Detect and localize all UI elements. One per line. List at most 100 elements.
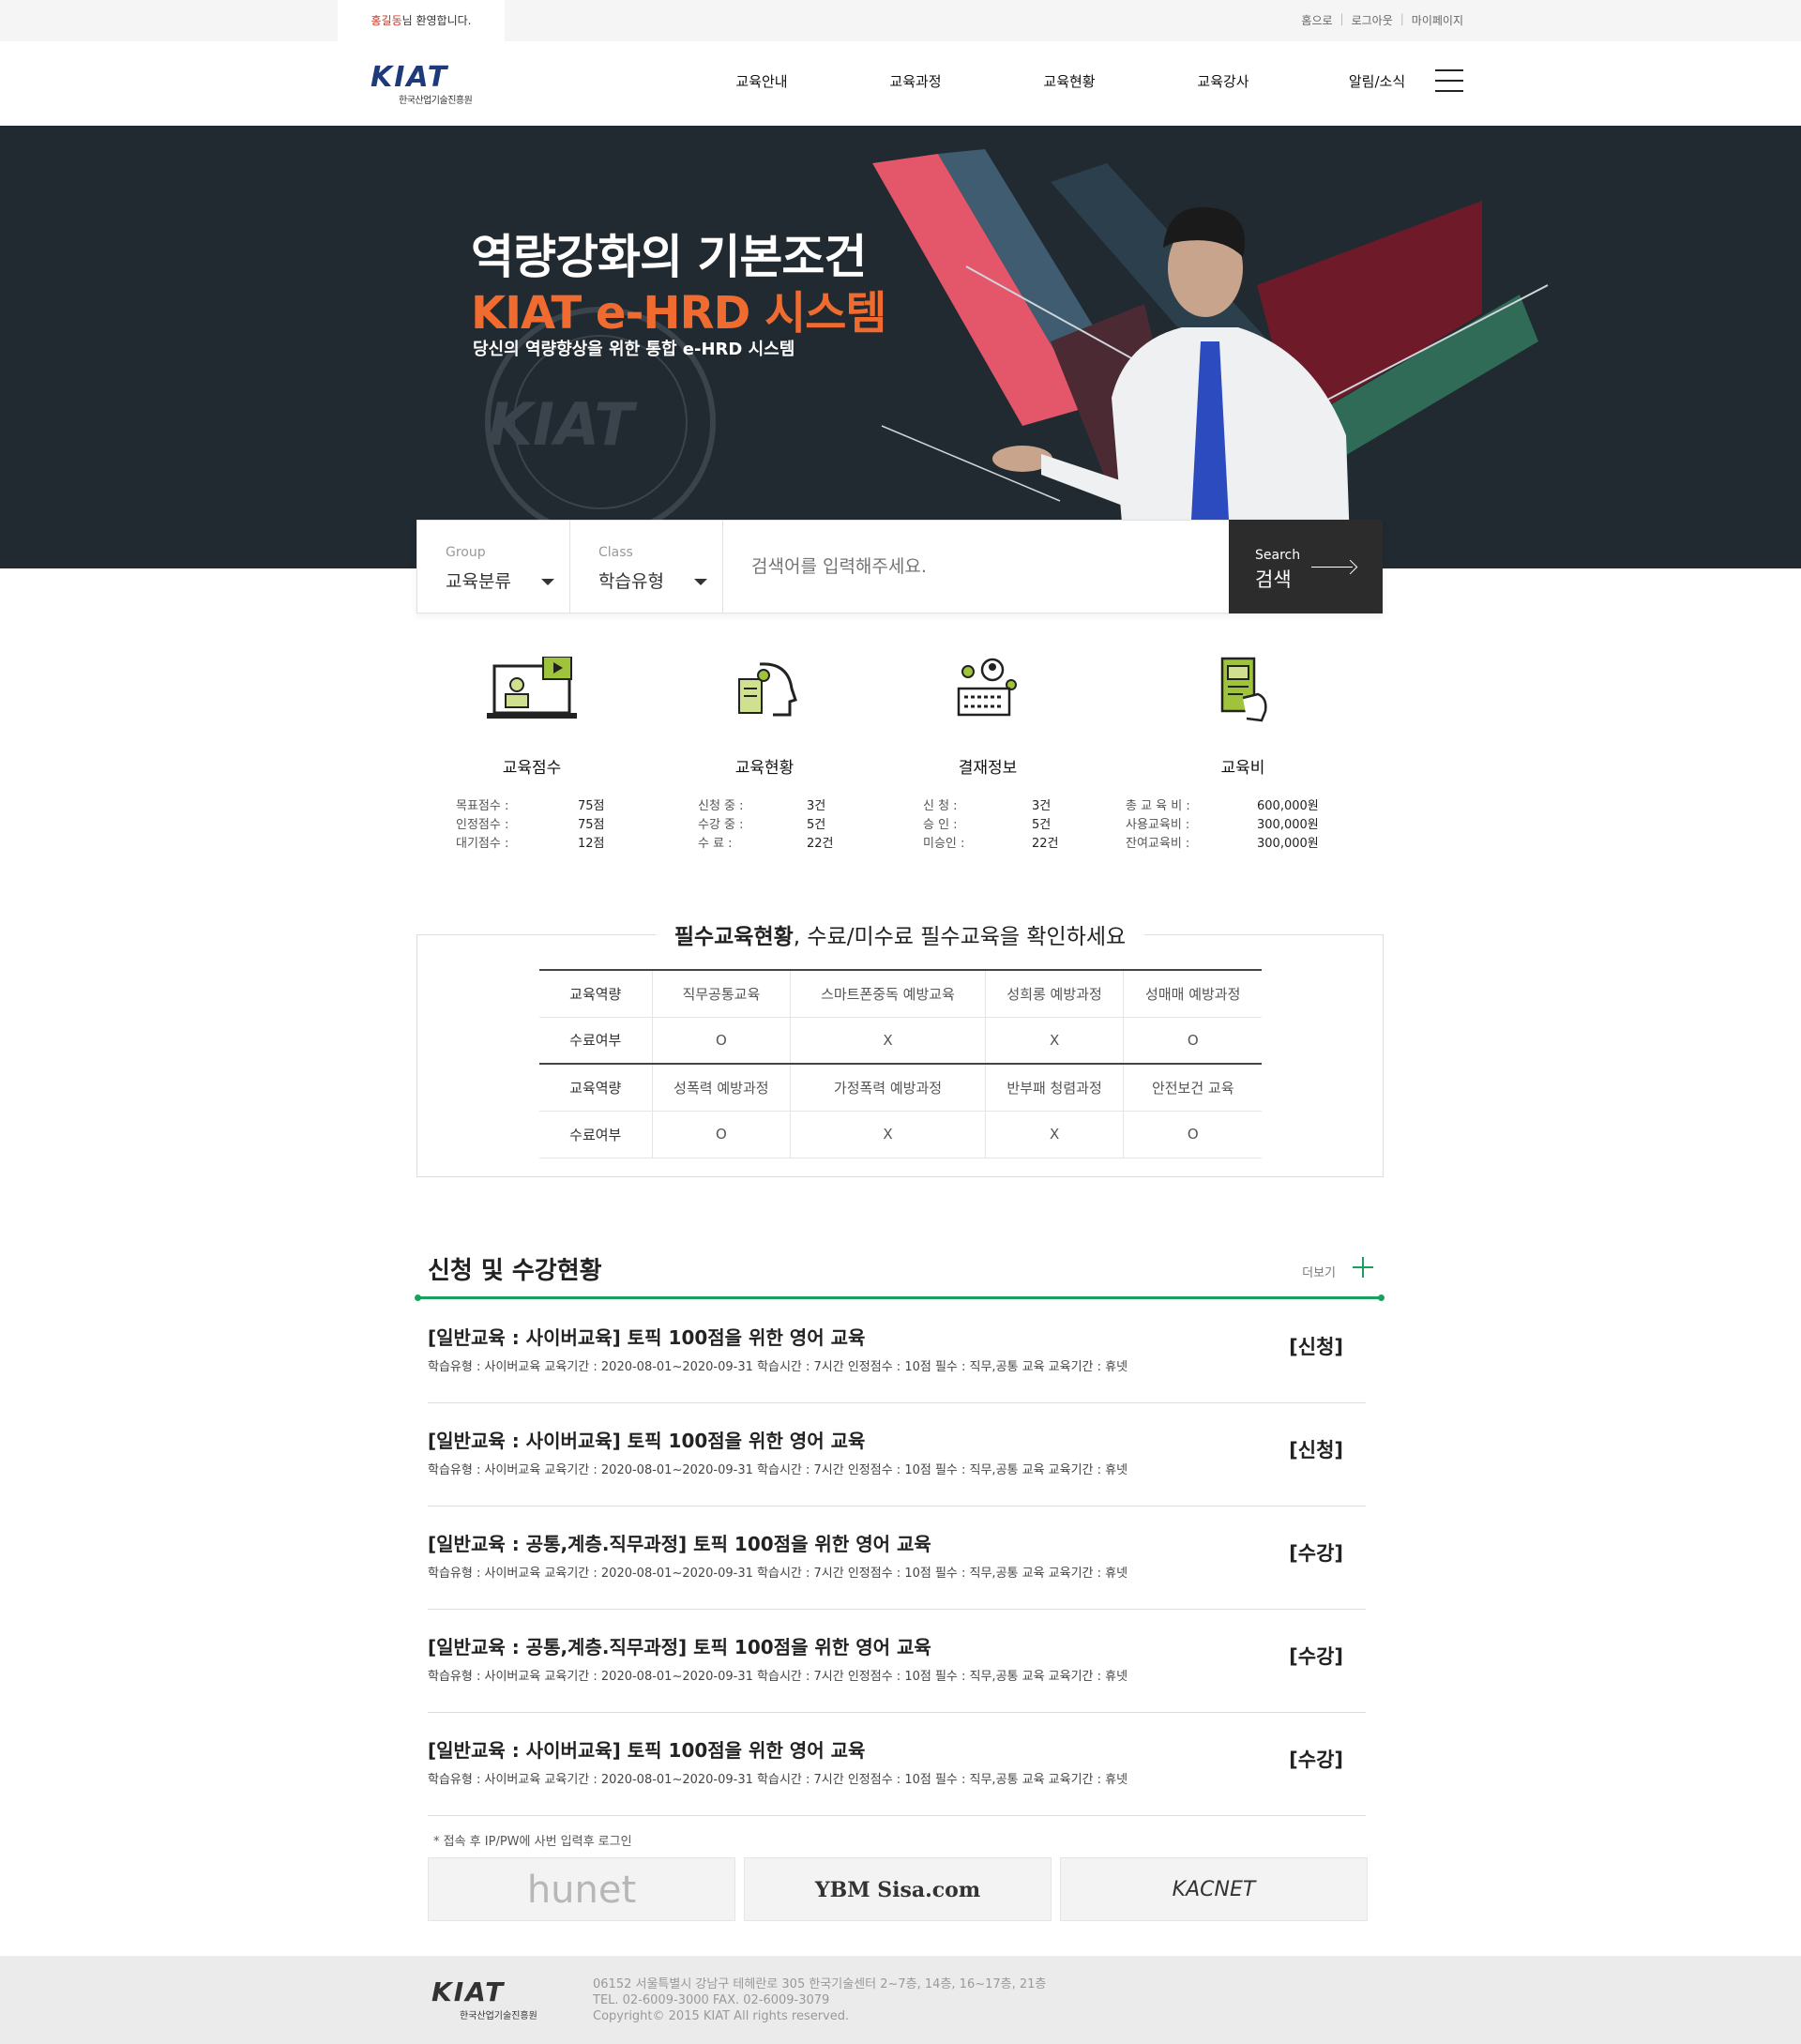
stat-value: 75점 xyxy=(578,818,605,832)
search-button[interactable]: Search 검색 xyxy=(1229,520,1383,613)
required-education-panel: 필수교육현황, 수료/미수료 필수교육을 확인하세요 교육역량 직무공통교육 스… xyxy=(416,918,1384,1177)
partner-hunet[interactable]: hunet xyxy=(428,1857,735,1921)
stat-key: 잔여교육비 : xyxy=(1126,837,1190,851)
home-link[interactable]: 홈으로 xyxy=(1301,12,1332,28)
stat-title: 결재정보 xyxy=(958,759,1018,778)
logo-subtitle: 한국산업기술진흥원 xyxy=(399,96,473,106)
list-item[interactable]: [일반교육 : 공통,계층.직무과정] 토픽 100점을 위한 영어 교육 학습… xyxy=(428,1610,1366,1713)
nav-item-courses[interactable]: 교육과정 xyxy=(839,71,992,91)
stat-key: 대기점수 : xyxy=(456,837,509,851)
partner-label: YBM Sisa.com xyxy=(814,1878,981,1902)
nav-item-instructors[interactable]: 교육강사 xyxy=(1146,71,1300,91)
course-meta: 학습유형 : 사이버교육 교육기간 : 2020-08-01~2020-09-3… xyxy=(428,1567,1128,1581)
course-status: [신청] xyxy=(1289,1439,1343,1461)
section-title: 신청 및 수강현황 xyxy=(428,1257,602,1285)
user-name: 홍길동 xyxy=(371,14,402,27)
stat-value: 5건 xyxy=(1032,818,1052,832)
course-title[interactable]: [일반교육 : 공통,계층.직무과정] 토픽 100점을 위한 영어 교육 xyxy=(428,1529,931,1556)
nav-item-status[interactable]: 교육현황 xyxy=(992,71,1146,91)
table-cell: 스마트폰중독 예방교육 xyxy=(790,969,986,1018)
table-cell: 성매매 예방과정 xyxy=(1123,969,1262,1018)
head-document-icon xyxy=(738,662,797,717)
table-row: 교육역량 성폭력 예방과정 가정폭력 예방과정 반부패 청렴과정 안전보건 교육 xyxy=(539,1063,1262,1112)
class-select[interactable]: Class 학습유형 xyxy=(570,521,723,613)
site-logo[interactable]: KIAT 한국산업기술진흥원 xyxy=(371,61,473,107)
course-title[interactable]: [일반교육 : 사이버교육] 토픽 100점을 위한 영어 교육 xyxy=(428,1735,865,1763)
table-cell: O xyxy=(1123,1017,1262,1065)
stat-value: 22건 xyxy=(1032,837,1059,851)
stat-rows: 신청 중 : 3건 수강 중 : 5건 수 료 : 22건 xyxy=(698,797,839,854)
stat-value: 3건 xyxy=(1032,799,1052,813)
course-status: [수강] xyxy=(1289,1645,1343,1668)
course-status: [신청] xyxy=(1289,1336,1343,1358)
menu-hamburger-icon[interactable] xyxy=(1435,69,1463,94)
footer-logo-mark: KIAT xyxy=(431,1976,506,2007)
class-label: Class xyxy=(598,545,633,560)
list-item[interactable]: [일반교육 : 사이버교육] 토픽 100점을 위한 영어 교육 학습유형 : … xyxy=(428,1403,1366,1507)
footer-info: 06152 서울특별시 강남구 테헤란로 305 한국기술센터 2~7층, 14… xyxy=(593,1976,1046,2024)
section-title: 필수교육현황, 수료/미수료 필수교육을 확인하세요 xyxy=(655,918,1145,950)
hero-banner: KIAT 역량강화의 기본조건 KIAT e-HRD 시스템 당신의 역량향상을… xyxy=(0,126,1801,568)
list-item[interactable]: [일반교육 : 사이버교육] 토픽 100점을 위한 영어 교육 학습유형 : … xyxy=(428,1713,1366,1816)
plus-icon[interactable] xyxy=(1353,1257,1373,1278)
group-value: 교육분류 xyxy=(446,571,511,592)
partner-kacnet[interactable]: KACNET xyxy=(1060,1857,1368,1921)
stat-rows: 총 교 육 비 : 600,000원 사용교육비 : 300,000원 잔여교육비 … xyxy=(1126,797,1341,854)
keyboard-user-icon xyxy=(957,658,1017,717)
course-title[interactable]: [일반교육 : 사이버교육] 토픽 100점을 위한 영어 교육 xyxy=(428,1426,865,1453)
course-title[interactable]: [일반교육 : 사이버교육] 토픽 100점을 위한 영어 교육 xyxy=(428,1323,865,1350)
row-header: 교육역량 xyxy=(539,1063,653,1112)
course-status: [수강] xyxy=(1289,1749,1343,1771)
table-row: 수료여부 O X X O xyxy=(539,1111,1262,1158)
table-cell: 안전보건 교육 xyxy=(1123,1063,1262,1112)
table-cell: 직무공통교육 xyxy=(652,969,792,1018)
utility-bar: 홍길동님 환영합니다. 홈으로 | 로그아웃 | 마이페이지 xyxy=(0,0,1801,41)
search-input[interactable] xyxy=(723,521,1230,613)
stat-title: 교육점수 xyxy=(502,759,562,778)
welcome-suffix: 님 환영합니다. xyxy=(401,14,472,27)
row-header: 수료여부 xyxy=(539,1111,653,1158)
partner-ybm[interactable]: YBM Sisa.com xyxy=(744,1857,1052,1921)
course-meta: 학습유형 : 사이버교육 교육기간 : 2020-08-01~2020-09-3… xyxy=(428,1670,1128,1684)
stat-key: 신청 중 : xyxy=(698,799,744,813)
divider: | xyxy=(1339,12,1344,25)
welcome-message: 홍길동님 환영합니다. xyxy=(338,0,505,41)
course-title[interactable]: [일반교육 : 공통,계층.직무과정] 토픽 100점을 위한 영어 교육 xyxy=(428,1632,931,1659)
login-note: * 접속 후 IP/PW에 사번 입력후 로그인 xyxy=(433,1835,632,1849)
logout-link[interactable]: 로그아웃 xyxy=(1352,12,1393,28)
table-cell: X xyxy=(790,1017,986,1065)
table-cell: X xyxy=(985,1111,1125,1158)
nav-item-guide[interactable]: 교육안내 xyxy=(685,71,839,91)
stat-value: 3건 xyxy=(807,799,826,813)
stat-key: 인정점수 : xyxy=(456,818,509,832)
table-cell: 성폭력 예방과정 xyxy=(652,1063,792,1112)
mypage-link[interactable]: 마이페이지 xyxy=(1412,12,1463,28)
stat-value: 75점 xyxy=(578,799,605,813)
divider: | xyxy=(1400,12,1404,25)
site-header: KIAT 한국산업기술진흥원 교육안내 교육과정 교육현황 교육강사 알림/소식 xyxy=(0,41,1801,126)
table-row: 교육역량 직무공통교육 스마트폰중독 예방교육 성희롱 예방과정 성매매 예방과… xyxy=(539,969,1262,1018)
footer-logo-subtitle: 한국산업기술진흥원 xyxy=(460,2011,537,2021)
hero-subheadline: KIAT e-HRD 시스템 xyxy=(471,287,887,340)
group-select[interactable]: Group 교육분류 xyxy=(417,521,570,613)
list-item[interactable]: [일반교육 : 공통,계층.직무과정] 토픽 100점을 위한 영어 교육 학습… xyxy=(428,1507,1366,1610)
svg-text:KIAT: KIAT xyxy=(488,390,638,459)
table-row: 수료여부 O X X O xyxy=(539,1017,1262,1065)
stat-title: 교육현황 xyxy=(734,759,795,778)
logo-mark: KIAT xyxy=(371,61,449,94)
stat-key: 총 교 육 비 : xyxy=(1126,799,1190,813)
course-meta: 학습유형 : 사이버교육 교육기간 : 2020-08-01~2020-09-3… xyxy=(428,1463,1128,1477)
nav-item-news[interactable]: 알림/소식 xyxy=(1300,71,1454,91)
more-link[interactable]: 더보기 xyxy=(1302,1263,1336,1280)
mobile-hand-icon xyxy=(1220,657,1267,722)
monitor-video-icon xyxy=(487,657,577,719)
stat-key: 수강 중 : xyxy=(698,818,744,832)
caret-down-icon xyxy=(541,579,554,585)
stat-value: 300,000원 xyxy=(1257,837,1319,851)
partner-label: hunet xyxy=(526,1869,637,1912)
list-item[interactable]: [일반교육 : 사이버교육] 토픽 100점을 위한 영어 교육 학습유형 : … xyxy=(428,1300,1366,1403)
class-value: 학습유형 xyxy=(598,571,664,592)
row-header: 교육역량 xyxy=(539,969,653,1018)
search-button-ko: 검색 xyxy=(1255,568,1292,591)
search-button-en: Search xyxy=(1255,548,1301,563)
